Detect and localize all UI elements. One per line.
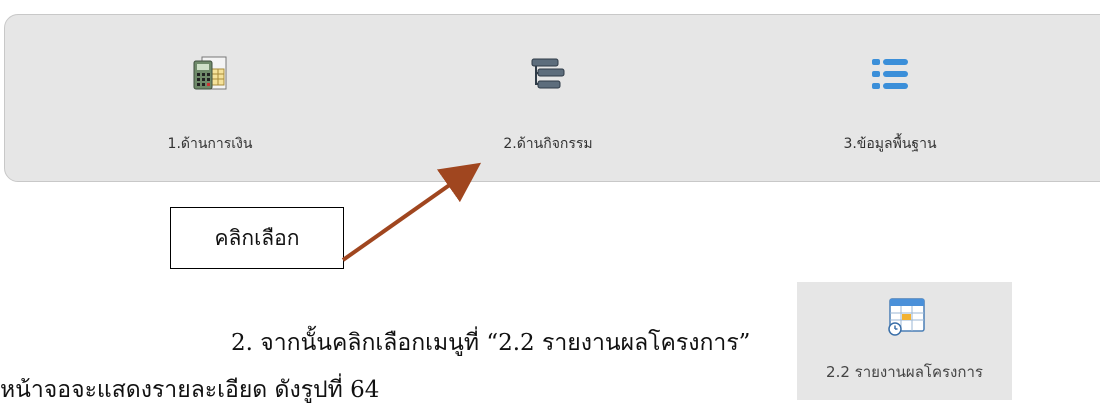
submenu-project-report-label: 2.2 รายงานผลโครงการ	[826, 363, 983, 381]
calendar-report-icon	[887, 296, 927, 336]
finance-calculator-icon	[190, 55, 230, 95]
menu-item-activities-label: 2.ด้านกิจกรรม	[503, 136, 593, 152]
menu-item-activities[interactable]: 2.ด้านกิจกรรม	[448, 55, 648, 155]
menu-item-basic-info-label: 3.ข้อมูลพื้นฐาน	[843, 136, 937, 152]
callout-text: คลิกเลือก	[214, 225, 300, 250]
menu-item-basic-info[interactable]: 3.ข้อมูลพื้นฐาน	[790, 55, 990, 155]
activity-tree-icon	[528, 55, 568, 95]
submenu-project-report[interactable]: 2.2 รายงานผลโครงการ	[797, 282, 1012, 400]
instruction-step-2: 2. จากนั้นคลิกเลือกเมนูที่ “2.2 รายงานผล…	[231, 330, 751, 356]
menu-item-finance-label: 1.ด้านการเงิน	[167, 136, 253, 152]
main-menu-bar: 1.ด้านการเงิน 2.ด้านกิจกรรม 3.ข้อมูลพื้น…	[4, 14, 1100, 182]
list-icon	[870, 55, 910, 95]
menu-item-finance[interactable]: 1.ด้านการเงิน	[110, 55, 310, 155]
click-select-callout: คลิกเลือก	[170, 207, 344, 269]
